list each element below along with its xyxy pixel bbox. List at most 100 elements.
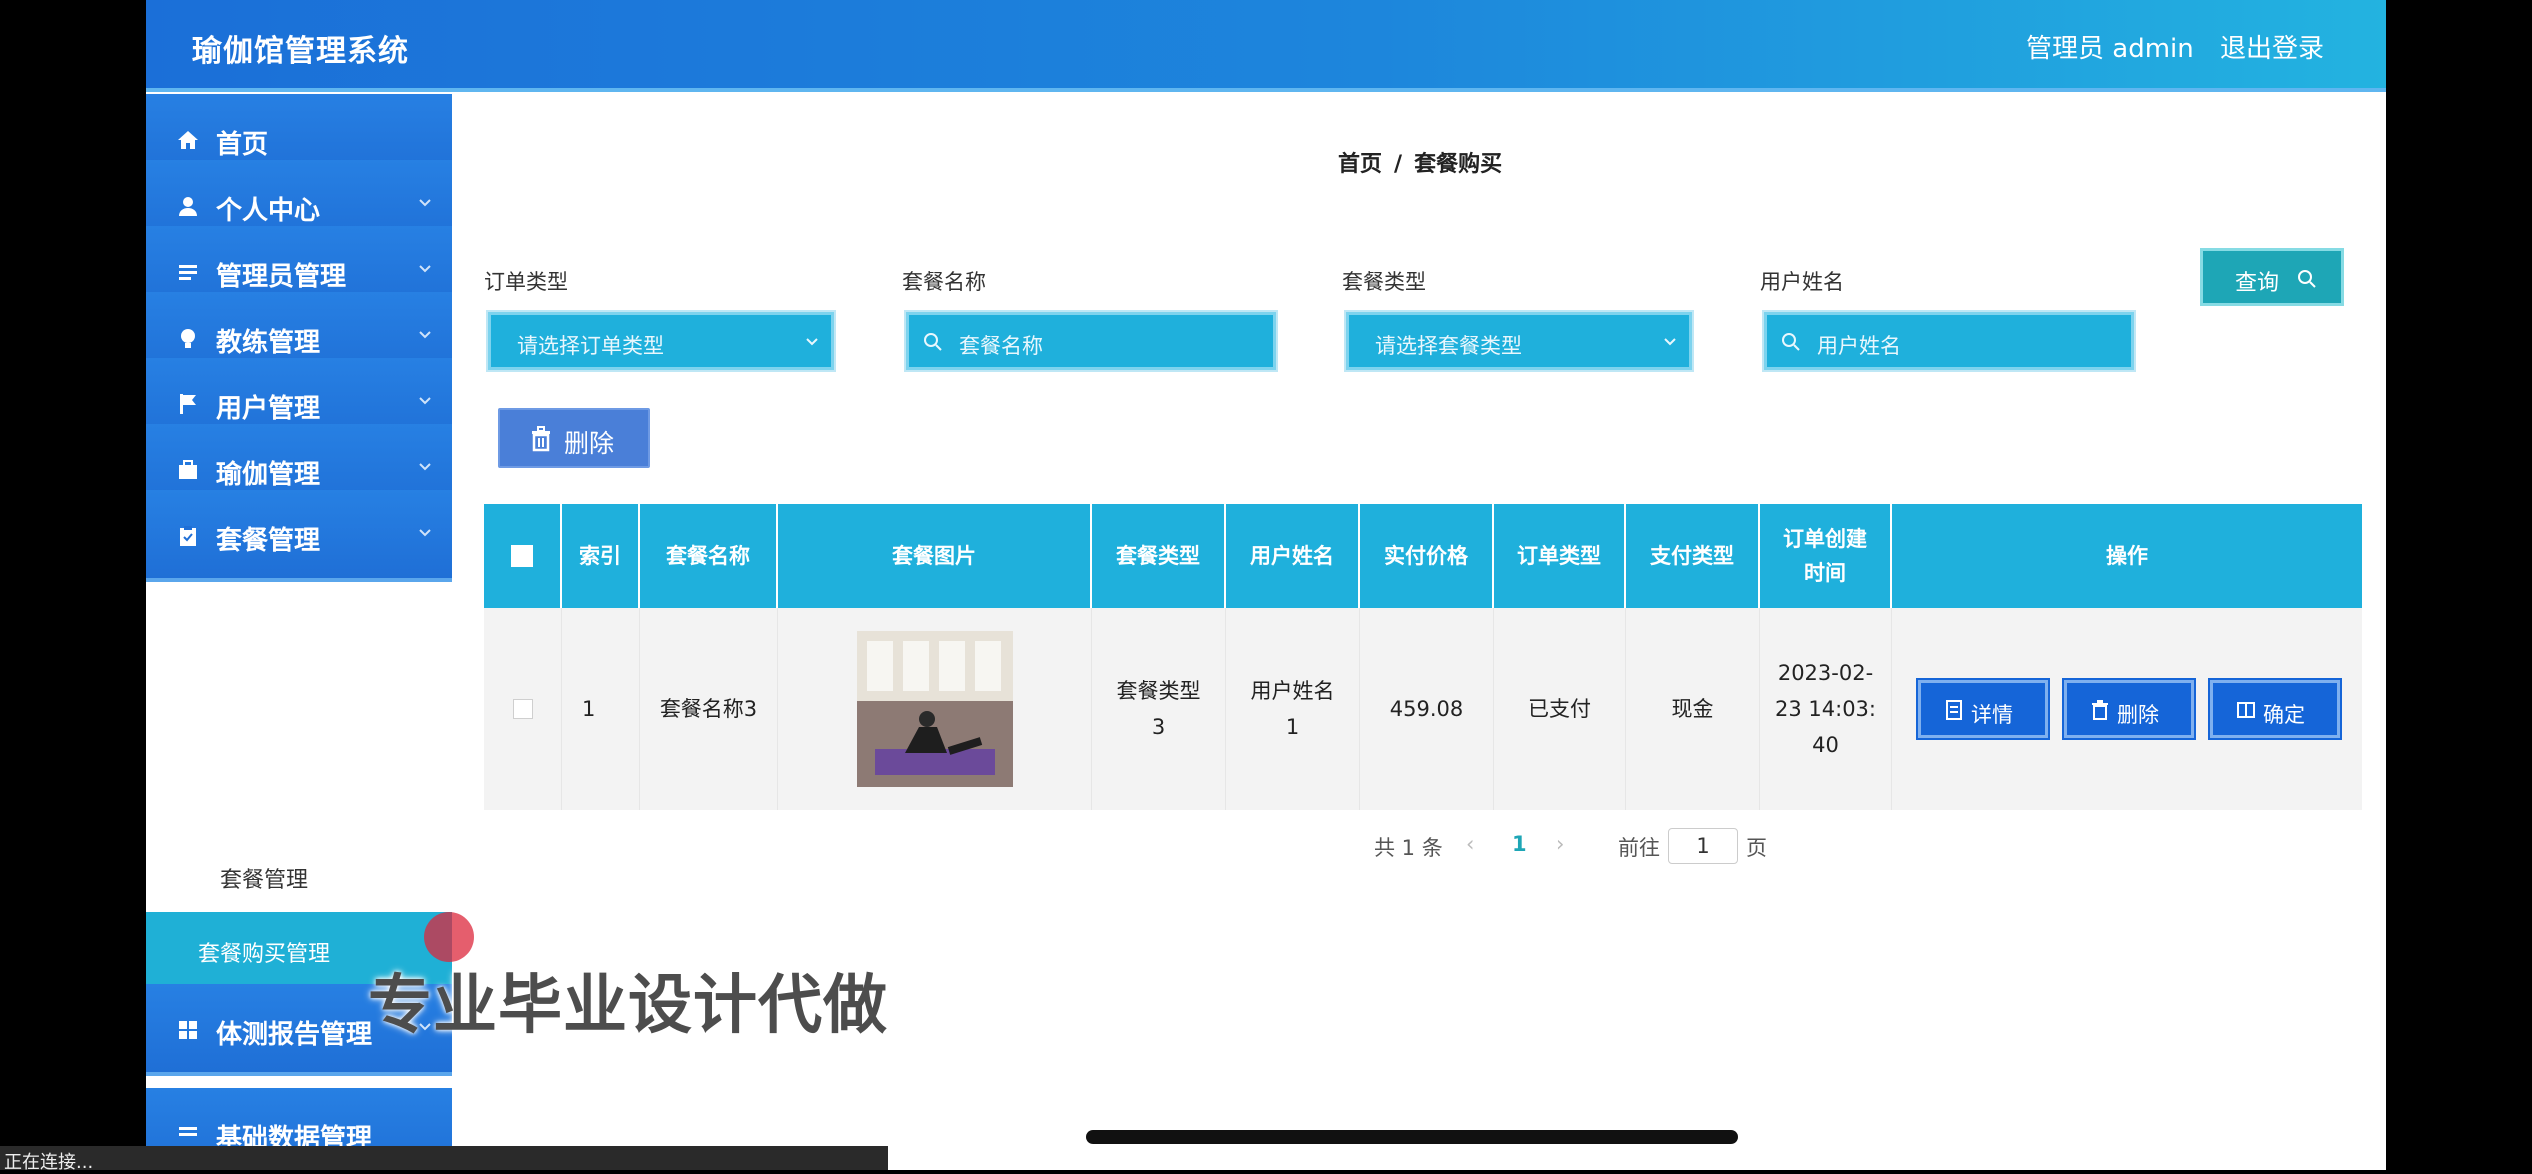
user-icon	[179, 197, 197, 216]
breadcrumb-home[interactable]: 首页	[1338, 152, 1382, 177]
home-icon	[178, 131, 198, 149]
search-icon	[924, 333, 942, 351]
index-cell: 1	[562, 608, 640, 810]
trash-icon	[2092, 700, 2108, 720]
actions-cell: 详情 删除 确定	[1892, 608, 2362, 810]
column-header: 套餐名称	[640, 504, 778, 608]
top-header: 瑜伽馆管理系统 管理员 admin 退出登录	[146, 0, 2386, 92]
pagination-total: 共 1 条	[1374, 836, 1443, 860]
document-icon	[1946, 700, 1962, 720]
package-name-cell: 套餐名称3	[640, 608, 778, 810]
user-name-line: 1	[1285, 715, 1300, 739]
package-type-line: 套餐类型	[1116, 679, 1201, 703]
app-frame: 瑜伽馆管理系统 管理员 admin 退出登录 首页 个人中心 管理员管理 教练管…	[146, 0, 2386, 1170]
column-header-line: 时间	[1804, 561, 1846, 585]
status-bar: 正在连接...	[0, 1146, 888, 1173]
admin-label: 管理员 admin	[2026, 34, 2194, 64]
sidebar-item-package-management[interactable]: 套餐管理	[146, 490, 452, 582]
grid-icon	[179, 1021, 197, 1039]
row-checkbox[interactable]	[512, 699, 533, 719]
package-type-placeholder: 请选择套餐类型	[1375, 334, 1522, 358]
pagination-goto-label: 前往	[1618, 836, 1660, 860]
user-name-cell: 用户姓名 1	[1226, 608, 1360, 810]
sidebar-item-label: 套餐管理	[216, 526, 321, 556]
column-header: 支付类型	[1626, 504, 1760, 608]
bulk-delete-button[interactable]: 删除	[498, 408, 650, 468]
user-name-line: 用户姓名	[1250, 679, 1335, 703]
price-cell: 459.08	[1360, 608, 1494, 810]
created-time-line: 40	[1812, 733, 1839, 757]
order-type-cell: 已支付	[1494, 608, 1626, 810]
sidebar-item-label: 体测报告管理	[216, 1020, 373, 1050]
pagination-prev-icon[interactable]: ‹	[1466, 832, 1474, 856]
column-header: 订单类型	[1494, 504, 1626, 608]
order-type-placeholder: 请选择订单类型	[517, 334, 664, 358]
logout-link[interactable]: 退出登录	[2220, 28, 2324, 65]
package-type-cell: 套餐类型 3	[1092, 608, 1226, 810]
detail-button[interactable]: 详情	[1918, 680, 2048, 738]
book-icon	[2237, 702, 2255, 718]
pagination-page-suffix: 页	[1746, 836, 1767, 860]
package-name-input[interactable]: 套餐名称	[906, 312, 1276, 370]
pay-type-cell: 现金	[1626, 608, 1760, 810]
select-all-checkbox[interactable]	[511, 545, 533, 567]
chevron-down-icon	[1664, 338, 1676, 346]
column-header-created-time: 订单创建 时间	[1760, 504, 1892, 608]
search-icon	[2298, 270, 2316, 288]
confirm-button[interactable]: 确定	[2210, 680, 2340, 738]
chevron-down-icon	[419, 529, 431, 537]
list-icon	[179, 1127, 197, 1136]
package-image[interactable]	[856, 631, 1013, 787]
breadcrumb-current: 套餐购买	[1414, 152, 1503, 177]
user-name-input[interactable]: 用户姓名	[1764, 312, 2134, 370]
sidebar-item-label: 首页	[216, 130, 269, 160]
order-type-label: 订单类型	[484, 270, 568, 294]
submenu-item-label: 套餐购买管理	[198, 942, 331, 967]
pagination-current-page[interactable]: 1	[1512, 832, 1527, 856]
bulb-icon	[181, 329, 195, 348]
table-row: 1 套餐名称3 套餐类型 3 用户姓名 1 459.08 已支付 现金 2023…	[484, 608, 2362, 810]
created-time-line: 2023-02-	[1777, 661, 1874, 685]
column-header-line: 订单创建	[1783, 527, 1867, 551]
row-delete-button[interactable]: 删除	[2064, 680, 2194, 738]
chevron-down-icon	[806, 338, 818, 346]
header-select-all[interactable]	[484, 504, 562, 608]
column-header: 索引	[562, 504, 640, 608]
created-time-line: 23 14:03:	[1775, 697, 1876, 721]
watermark-text: 专业毕业设计代做	[368, 969, 888, 1043]
package-type-label: 套餐类型	[1342, 270, 1426, 294]
confirm-button-label: 确定	[2263, 703, 2305, 727]
package-type-select[interactable]: 请选择套餐类型	[1346, 312, 1692, 370]
pagination-page-input[interactable]	[1668, 828, 1738, 864]
breadcrumb-separator: /	[1394, 152, 1403, 177]
sidebar-item-label: 管理员管理	[216, 262, 347, 292]
chevron-down-icon	[419, 331, 431, 339]
list-icon	[179, 265, 197, 280]
trash-icon	[532, 426, 550, 452]
query-button[interactable]: 查询	[2200, 248, 2344, 306]
status-text: 正在连接...	[4, 1152, 94, 1173]
pagination: 共 1 条 ‹ 1 › 前往 页	[1374, 828, 1794, 864]
package-name-label: 套餐名称	[902, 270, 986, 294]
package-name-placeholder: 套餐名称	[959, 334, 1043, 358]
flag-icon	[180, 394, 196, 414]
sidebar-item-label: 瑜伽管理	[216, 460, 321, 490]
row-select-cell	[484, 608, 562, 810]
sidebar-item-label: 个人中心	[216, 196, 321, 226]
order-type-select[interactable]: 请选择订单类型	[488, 312, 834, 370]
detail-button-label: 详情	[1971, 703, 2013, 727]
chevron-down-icon	[419, 463, 431, 471]
package-type-line: 3	[1151, 715, 1166, 739]
user-name-label: 用户姓名	[1760, 270, 1844, 294]
created-time-cell: 2023-02- 23 14:03: 40	[1760, 608, 1892, 810]
submenu-item-package-management[interactable]: 套餐管理	[146, 838, 452, 910]
pagination-next-icon[interactable]: ›	[1556, 832, 1564, 856]
clipboard-icon	[180, 526, 196, 546]
breadcrumb: 首页 / 套餐购买	[1338, 146, 1502, 178]
chevron-down-icon	[419, 199, 431, 207]
bulk-delete-label: 删除	[564, 429, 615, 458]
column-header: 操作	[2106, 544, 2148, 568]
briefcase-icon	[179, 460, 197, 479]
row-delete-button-label: 删除	[2117, 703, 2159, 727]
chevron-down-icon	[419, 397, 431, 405]
